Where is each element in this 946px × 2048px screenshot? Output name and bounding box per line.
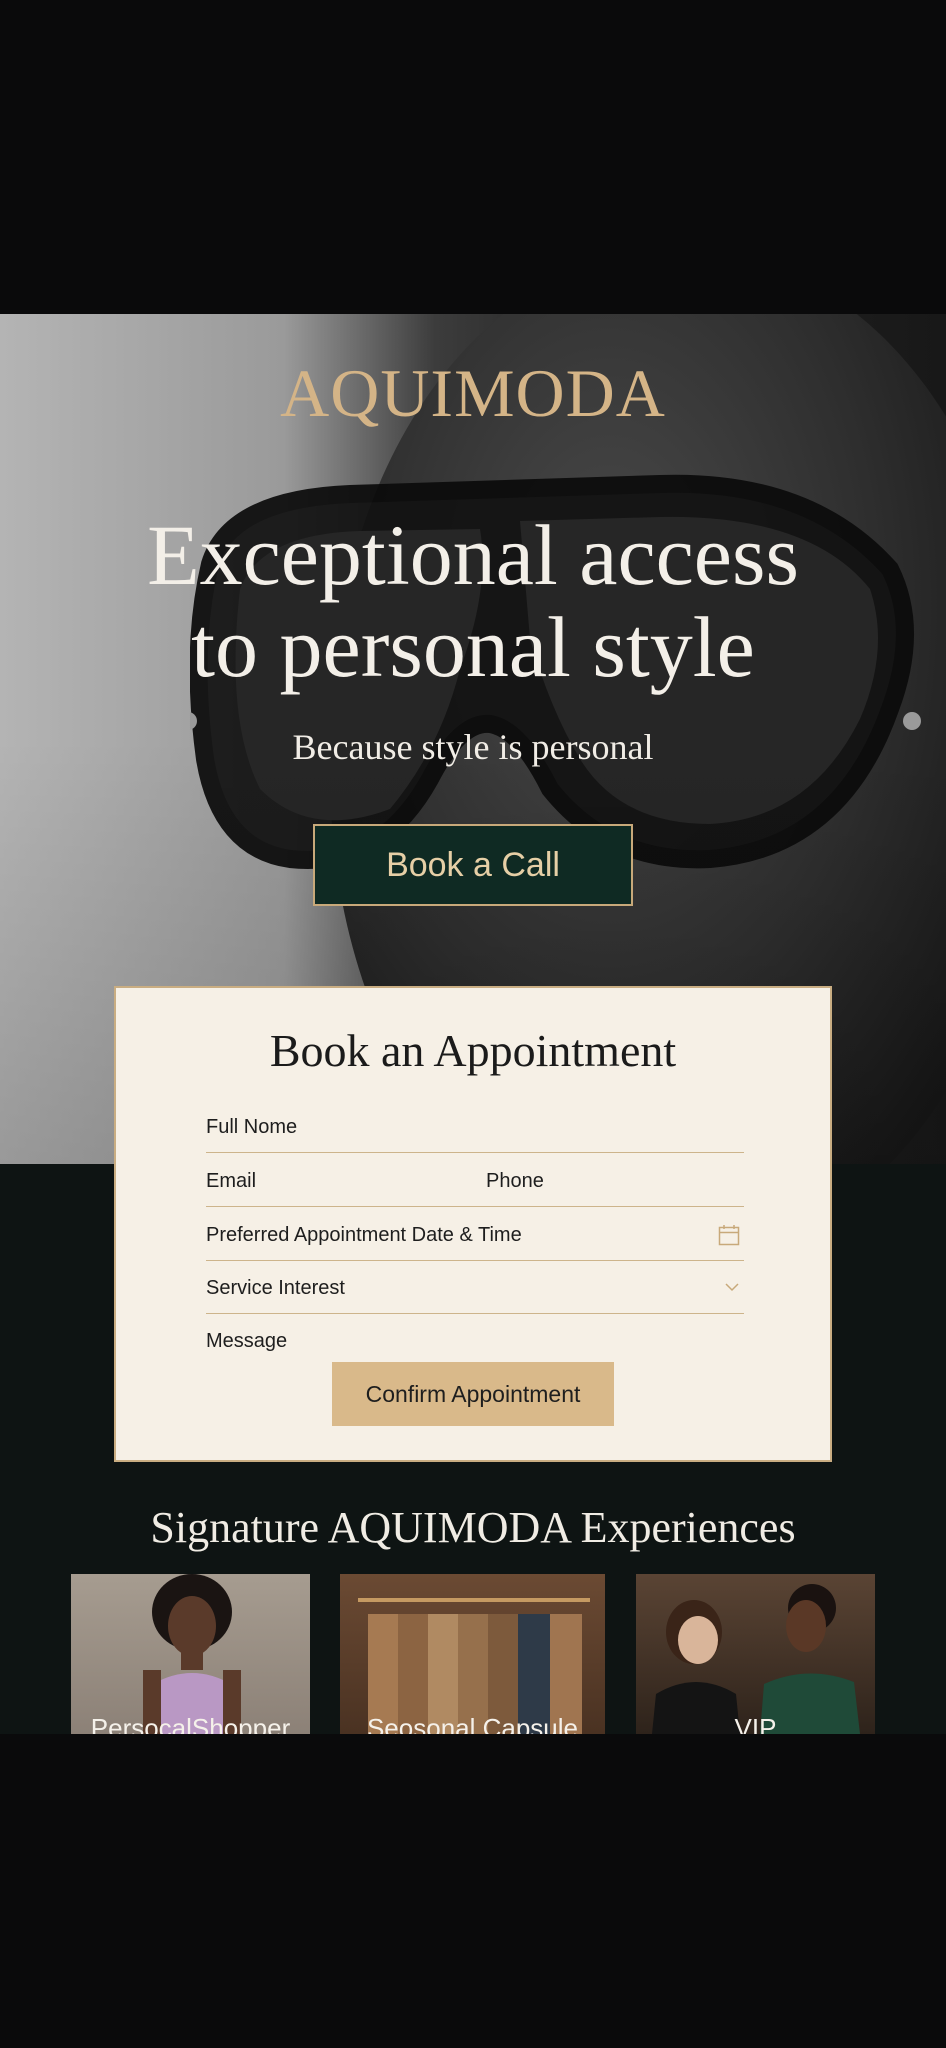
experience-card-vip[interactable]: VIP [636, 1574, 875, 1734]
experiences-title: Signature AQUIMODA Experiences [150, 1503, 796, 1552]
vip-image [652, 1584, 860, 1734]
message-field[interactable]: Message [206, 1314, 744, 1366]
experience-label-seasonal-capsule: Seosonal Capsule [366, 1713, 579, 1734]
service-select[interactable]: Service Interest [206, 1261, 744, 1314]
contact-row: Email Phone [206, 1154, 744, 1207]
experience-label-vip: VIP [734, 1713, 777, 1734]
book-call-button[interactable]: Book a Call [313, 824, 633, 906]
brand-logo[interactable]: AQUIMODA [0, 354, 946, 433]
phone-field[interactable]: Phone [486, 1170, 544, 1193]
full-name-label: Full Nome [206, 1116, 298, 1138]
personal-shopper-image [143, 1574, 241, 1734]
appointment-form-card: Book an Appointment Full Nome Email Phon… [114, 986, 832, 1462]
confirm-appointment-button[interactable]: Confirm Appointment [332, 1362, 614, 1426]
hero-tagline: Because style is personal [292, 727, 654, 767]
email-field[interactable]: Email [206, 1170, 256, 1193]
datetime-field[interactable]: Preferred Appointment Date & Time [206, 1208, 744, 1261]
hero-headline-line2: to personal style [191, 599, 755, 695]
seasonal-capsule-image [358, 1598, 590, 1734]
hero-headline-line1: Exceptional access [147, 507, 799, 603]
hero-headline: Exceptional access to personal style [60, 509, 886, 693]
chevron-down-icon[interactable] [724, 1281, 740, 1293]
message-label: Message [206, 1330, 288, 1352]
form-title: Book an Appointment [269, 1025, 677, 1076]
experience-label-personal-shopper: PersocalShopper [90, 1713, 291, 1734]
datetime-label: Preferred Appointment Date & Time [206, 1224, 522, 1246]
calendar-icon[interactable] [718, 1224, 740, 1246]
full-name-field[interactable]: Full Nome [206, 1100, 744, 1153]
service-label: Service Interest [206, 1277, 345, 1299]
experience-card-seasonal-capsule[interactable]: Seosonal Capsule [340, 1574, 605, 1734]
experience-card-personal-shopper[interactable]: PersocalShopper [71, 1574, 310, 1734]
